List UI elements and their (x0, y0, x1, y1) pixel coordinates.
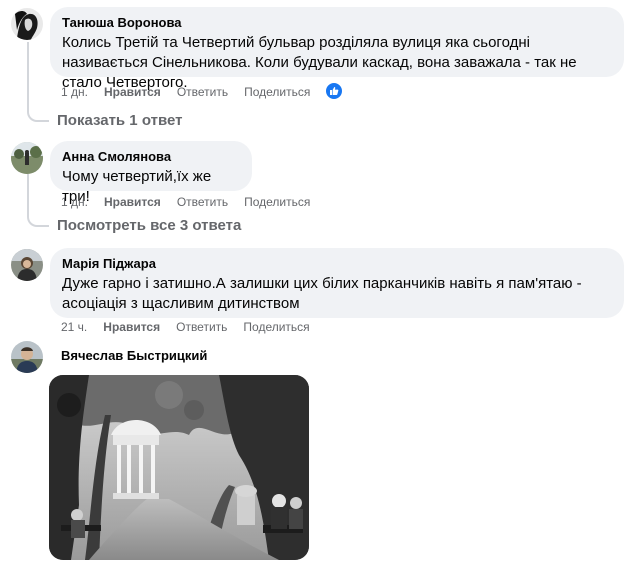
avatar[interactable] (11, 8, 43, 40)
comment-author[interactable]: Танюша Воронова (62, 15, 612, 31)
comment-bubble: Танюша Воронова Колись Третій та Четверт… (50, 7, 624, 91)
comment-time[interactable]: 21 ч. (61, 319, 87, 335)
comment-time[interactable]: 1 дн. (61, 194, 88, 210)
comment-author[interactable]: Анна Смолянова (62, 149, 240, 165)
share-button[interactable]: Поделиться (244, 84, 310, 100)
black-white-park-photo (49, 375, 309, 560)
thread-elbow (27, 108, 49, 122)
show-replies-link[interactable]: Показать 1 ответ (57, 111, 182, 131)
reply-button[interactable]: Ответить (176, 319, 227, 335)
share-button[interactable]: Поделиться (244, 194, 310, 210)
comment-text: Дуже гарно і затишно.А залишки цих білих… (62, 275, 582, 312)
avatar[interactable] (11, 341, 43, 373)
comment-photo[interactable] (49, 375, 309, 560)
comment-author[interactable]: Марія Піджара (62, 256, 612, 272)
like-button[interactable]: Нравится (104, 194, 161, 210)
thread-line (27, 42, 29, 110)
like-button[interactable]: Нравится (104, 84, 161, 100)
comment-time[interactable]: 1 дн. (61, 84, 88, 100)
like-button[interactable]: Нравится (103, 319, 160, 335)
avatar[interactable] (11, 249, 43, 281)
avatar[interactable] (11, 142, 43, 174)
comment-author[interactable]: Вячеслав Быстрицкий (61, 348, 207, 364)
view-all-replies-link[interactable]: Посмотреть все 3 ответа (57, 216, 241, 236)
thread-elbow (27, 213, 49, 227)
thread-line (27, 174, 29, 216)
share-button[interactable]: Поделиться (243, 319, 309, 335)
reply-button[interactable]: Ответить (177, 84, 228, 100)
reply-button[interactable]: Ответить (177, 194, 228, 210)
comment-actions: 1 дн. Нравится Ответить Поделиться (61, 84, 326, 100)
comment-actions: 21 ч. Нравится Ответить Поделиться (61, 319, 326, 335)
comment-actions: 1 дн. Нравится Ответить Поделиться (61, 194, 326, 210)
comment-bubble: Анна Смолянова Чому четвертий,їх же три! (50, 141, 252, 205)
comment-bubble: Марія Піджара Дуже гарно і затишно.А зал… (50, 248, 624, 318)
like-reaction-icon[interactable] (325, 82, 343, 100)
